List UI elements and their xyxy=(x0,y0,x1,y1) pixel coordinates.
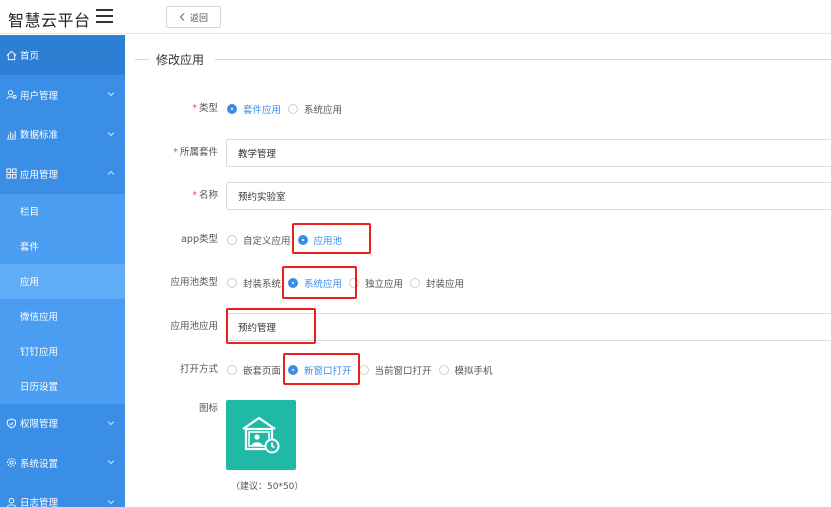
sidebar-item-label: 数据标准 xyxy=(20,130,59,142)
radio-unchecked-icon xyxy=(227,278,237,288)
radio-unchecked-icon xyxy=(349,278,360,288)
open-mode-option-embedded[interactable]: 嵌套页面 xyxy=(227,363,281,377)
divider xyxy=(135,59,149,60)
open-mode-label: 打开方式 xyxy=(179,364,218,375)
pool-type-option-standalone-app[interactable]: 独立应用 xyxy=(349,276,403,290)
radio-unchecked-icon xyxy=(227,235,237,245)
pool-type-row: 应用池类型 封装系统 系统应用 独立应用 封装应用 xyxy=(125,269,831,297)
sidebar: 首页 用户管理 数据标准 应用管理 栏目 套件 应用 微信应用 钉钉应用 日历设… xyxy=(0,35,125,507)
pool-type-label: 应用池类型 xyxy=(170,277,218,288)
chevron-down-icon xyxy=(107,460,115,465)
open-mode-option-mobile-sim[interactable]: 模拟手机 xyxy=(438,363,493,377)
main-content: 修改应用 *类型 套件应用 系统应用 *所属套件 *名称 app类型 自定义应用… xyxy=(125,35,831,507)
name-row: * 名称 xyxy=(125,182,831,210)
icon-label: 图标 xyxy=(198,403,218,414)
brand-title: 智慧云平台 xyxy=(8,11,91,30)
sidebar-subitem-calendar-settings[interactable]: 日历设置 xyxy=(0,369,125,404)
sidebar-subitem-wechat-app[interactable]: 微信应用 xyxy=(0,299,125,334)
radio-checked-icon xyxy=(288,278,299,288)
apps-grid-icon xyxy=(6,168,17,179)
suite-label: * 所属套件 xyxy=(173,147,218,158)
app-type-radio-group: 自定义应用 应用池 xyxy=(227,226,349,254)
sidebar-item-permission-management[interactable]: 权限管理 xyxy=(0,404,125,444)
radio-unchecked-icon xyxy=(227,365,237,375)
sidebar-submenu-app-management: 栏目 套件 应用 微信应用 钉钉应用 日历设置 xyxy=(0,193,125,404)
name-label: * 名称 xyxy=(192,190,218,201)
radio-unchecked-icon xyxy=(288,104,299,114)
radio-checked-icon xyxy=(227,104,237,114)
sidebar-item-label: 用户管理 xyxy=(20,90,59,102)
icon-size-hint: （建议：50*50） xyxy=(231,482,304,492)
pool-type-option-wrapped-app[interactable]: 封装应用 xyxy=(410,276,464,290)
pool-app-label: 应用池应用 xyxy=(170,321,218,332)
open-mode-radio-group: 嵌套页面 新窗口打开 当前窗口打开 模拟手机 xyxy=(227,356,500,384)
sidebar-item-system-settings[interactable]: 系统设置 xyxy=(0,443,125,483)
user-icon xyxy=(6,89,17,100)
shield-icon xyxy=(6,418,17,429)
pool-type-radio-group: 封装系统 系统应用 独立应用 封装应用 xyxy=(227,269,471,297)
pool-type-option-system-app[interactable]: 系统应用 xyxy=(288,276,342,290)
app-type-row: app类型 自定义应用 应用池 xyxy=(125,226,831,254)
chevron-down-icon xyxy=(107,131,115,136)
sidebar-subitem-suite[interactable]: 套件 xyxy=(0,229,125,264)
app-type-option-custom[interactable]: 自定义应用 xyxy=(227,233,291,247)
sidebar-item-data-standard[interactable]: 数据标准 xyxy=(0,115,125,155)
chevron-down-icon xyxy=(107,499,115,504)
sidebar-subitem-dingtalk-app[interactable]: 钉钉应用 xyxy=(0,334,125,369)
chevron-left-icon xyxy=(179,13,185,21)
person-icon xyxy=(6,497,17,507)
sidebar-item-app-management[interactable]: 应用管理 xyxy=(0,154,125,194)
radio-unchecked-icon xyxy=(438,365,449,375)
sidebar-item-user-management[interactable]: 用户管理 xyxy=(0,75,125,115)
open-mode-option-current-window[interactable]: 当前窗口打开 xyxy=(358,363,432,377)
divider xyxy=(215,59,831,60)
chevron-down-icon xyxy=(107,92,115,97)
pool-type-option-wrapped-system[interactable]: 封装系统 xyxy=(227,276,281,290)
chevron-down-icon xyxy=(107,420,115,425)
open-mode-option-new-window[interactable]: 新窗口打开 xyxy=(288,363,352,377)
suite-row: * 所属套件 xyxy=(125,139,831,167)
sidebar-item-label: 日志管理 xyxy=(20,498,59,507)
sidebar-item-label: 首页 xyxy=(20,51,40,62)
gear-icon xyxy=(6,457,17,468)
radio-checked-icon xyxy=(297,235,308,245)
home-icon xyxy=(6,50,17,61)
sidebar-item-label: 权限管理 xyxy=(20,419,59,431)
sidebar-subitem-app[interactable]: 应用 xyxy=(0,263,125,299)
back-button[interactable]: 返回 xyxy=(166,6,221,28)
pool-app-row: 应用池应用 xyxy=(125,313,831,341)
type-option-system-app[interactable]: 系统应用 xyxy=(288,102,342,116)
suite-input[interactable] xyxy=(226,139,831,167)
app-icon-upload[interactable] xyxy=(226,400,296,470)
section-title: 修改应用 xyxy=(156,53,205,67)
type-label: * 类型 xyxy=(192,103,218,114)
sidebar-item-label: 系统设置 xyxy=(20,458,59,470)
radio-unchecked-icon xyxy=(410,278,421,288)
radio-checked-icon xyxy=(288,365,299,375)
top-bar: 智慧云平台 返回 xyxy=(0,0,831,34)
pool-app-input[interactable] xyxy=(226,313,831,341)
type-option-suite-app[interactable]: 套件应用 xyxy=(227,102,281,116)
menu-toggle-icon[interactable] xyxy=(96,9,113,23)
sidebar-item-log-management[interactable]: 日志管理 xyxy=(0,483,125,507)
open-mode-row: 打开方式 嵌套页面 新窗口打开 当前窗口打开 模拟手机 xyxy=(125,356,831,384)
app-type-label: app类型 xyxy=(181,234,218,245)
name-input[interactable] xyxy=(226,182,831,210)
sidebar-subitem-column[interactable]: 栏目 xyxy=(0,194,125,229)
sidebar-item-label: 应用管理 xyxy=(20,169,59,181)
type-radio-group: 套件应用 系统应用 xyxy=(227,95,349,123)
back-button-label: 返回 xyxy=(189,13,208,24)
app-type-option-pool[interactable]: 应用池 xyxy=(297,233,342,247)
lab-reservation-icon xyxy=(242,416,280,454)
sidebar-item-home[interactable]: 首页 xyxy=(0,35,125,75)
chevron-up-icon xyxy=(107,170,115,175)
type-row: * 类型 套件应用 系统应用 xyxy=(125,95,831,123)
chart-icon xyxy=(6,129,17,140)
radio-unchecked-icon xyxy=(358,365,369,375)
